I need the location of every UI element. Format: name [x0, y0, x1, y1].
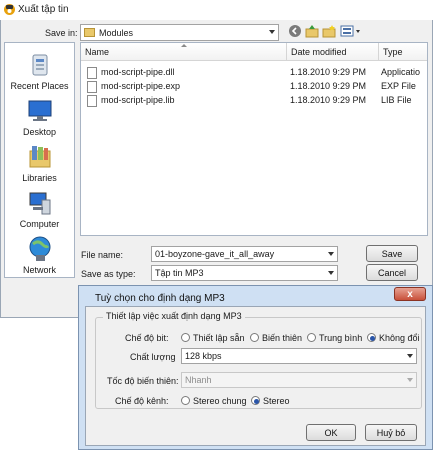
- chevron-down-icon: [328, 271, 334, 275]
- app-icon: [3, 3, 16, 16]
- quality-select[interactable]: 128 kbps: [181, 348, 417, 364]
- file-list[interactable]: Name Date modified Type mod-script-pipe.…: [80, 42, 428, 236]
- folder-icon: [84, 28, 95, 37]
- file-name-input[interactable]: 01-boyzone-gave_it_all_away: [151, 246, 338, 262]
- radio-variable-label: Biến thiên: [262, 333, 303, 343]
- radio-average-label: Trung bình: [319, 333, 363, 343]
- save-as-type-select[interactable]: Tập tin MP3: [151, 265, 338, 281]
- cancel-options-button[interactable]: Huỷ bỏ: [365, 424, 417, 441]
- place-desktop[interactable]: Desktop: [5, 95, 74, 141]
- radio-joint-stereo[interactable]: [181, 396, 190, 405]
- cancel-button[interactable]: Cancel: [366, 264, 418, 281]
- file-date: 1.18.2010 9:29 PM: [290, 67, 367, 77]
- radio-constant-label: Không đổi: [379, 333, 420, 343]
- channel-mode-label: Chế độ kênh:: [115, 396, 169, 406]
- save-in-label: Save in:: [45, 28, 78, 38]
- dialog-title: Tuỳ chọn cho định dạng MP3: [95, 293, 225, 304]
- bitrate-mode-label: Chế độ bit:: [125, 333, 169, 343]
- chevron-down-icon: [269, 30, 275, 34]
- radio-joint-stereo-label: Stereo chung: [193, 396, 247, 406]
- file-date: 1.18.2010 9:29 PM: [290, 81, 367, 91]
- file-date: 1.18.2010 9:29 PM: [290, 95, 367, 105]
- new-folder-icon[interactable]: [322, 24, 336, 38]
- place-network[interactable]: Network: [5, 233, 74, 279]
- save-in-combo[interactable]: Modules: [80, 24, 279, 41]
- view-menu-icon[interactable]: [340, 24, 362, 38]
- file-name: mod-script-pipe.lib: [101, 95, 175, 105]
- place-computer[interactable]: Computer: [5, 187, 74, 233]
- radio-average[interactable]: [307, 333, 316, 342]
- radio-variable[interactable]: [250, 333, 259, 342]
- recent-places-icon: [29, 51, 51, 79]
- save-as-type-label: Save as type:: [81, 269, 136, 279]
- variable-speed-select[interactable]: Nhanh: [181, 372, 417, 388]
- libraries-icon: [27, 143, 53, 171]
- place-recent-places[interactable]: Recent Places: [5, 49, 74, 95]
- radio-preset[interactable]: [181, 333, 190, 342]
- file-name-label: File name:: [81, 250, 124, 260]
- places-bar: Recent Places Desktop Libraries Computer…: [4, 42, 75, 278]
- save-in-value: Modules: [99, 28, 134, 38]
- place-libraries[interactable]: Libraries: [5, 141, 74, 187]
- window-title: Xuất tập tin: [18, 4, 69, 15]
- column-header-type[interactable]: Type: [379, 43, 427, 61]
- radio-stereo[interactable]: [251, 396, 260, 405]
- place-label: Libraries: [22, 173, 57, 183]
- place-label: Recent Places: [10, 81, 69, 91]
- file-row[interactable]: mod-script-pipe.lib 1.18.2010 9:29 PM LI…: [81, 94, 427, 108]
- save-as-type-value: Tập tin MP3: [155, 268, 204, 278]
- quality-value: 128 kbps: [185, 351, 222, 361]
- file-row[interactable]: mod-script-pipe.dll 1.18.2010 9:29 PM Ap…: [81, 66, 427, 80]
- place-label: Network: [22, 265, 56, 275]
- file-name: mod-script-pipe.exp: [101, 81, 181, 91]
- quality-label: Chất lượng: [130, 352, 176, 362]
- group-title: Thiết lập việc xuất định dạng MP3: [103, 311, 245, 321]
- ok-button[interactable]: OK: [306, 424, 356, 441]
- radio-constant[interactable]: [367, 333, 376, 342]
- file-type: EXP File: [381, 81, 416, 91]
- back-icon[interactable]: [289, 25, 301, 37]
- sort-ascending-icon: [181, 44, 187, 47]
- file-type: Applicatio: [381, 67, 421, 77]
- file-name-value: 01-boyzone-gave_it_all_away: [155, 249, 275, 259]
- file-icon: [87, 95, 97, 107]
- place-label: Computer: [19, 219, 60, 229]
- file-name: mod-script-pipe.dll: [101, 67, 175, 77]
- radio-preset-label: Thiết lập sẵn: [193, 333, 245, 343]
- column-header-date[interactable]: Date modified: [287, 43, 379, 61]
- close-button[interactable]: x: [394, 287, 426, 301]
- chevron-down-icon[interactable]: [328, 252, 334, 256]
- file-row[interactable]: mod-script-pipe.exp 1.18.2010 9:29 PM EX…: [81, 80, 427, 94]
- variable-speed-value: Nhanh: [185, 375, 212, 385]
- place-label: Desktop: [22, 127, 57, 137]
- file-icon: [87, 81, 97, 93]
- up-folder-icon[interactable]: [305, 24, 319, 38]
- variable-speed-label: Tốc độ biến thiên:: [107, 376, 179, 386]
- desktop-icon: [27, 99, 53, 123]
- radio-stereo-label: Stereo: [263, 396, 290, 406]
- computer-icon: [27, 190, 53, 216]
- chevron-down-icon: [407, 354, 413, 358]
- file-type: LIB File: [381, 95, 412, 105]
- network-icon: [27, 235, 53, 263]
- dll-file-icon: [87, 67, 97, 79]
- chevron-down-icon: [407, 378, 413, 382]
- save-button[interactable]: Save: [366, 245, 418, 262]
